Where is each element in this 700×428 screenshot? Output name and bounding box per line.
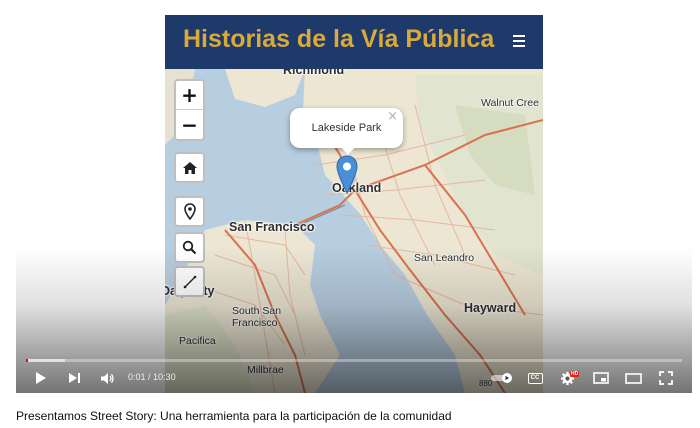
fullscreen-icon [659,371,673,385]
popup-text: Lakeside Park [311,122,382,134]
popup-tip [340,146,356,155]
map-label-millbrae: Millbrae [247,364,284,376]
map-popup: Lakeside Park × [290,108,403,148]
cc-icon: CC [527,372,543,384]
fullscreen-button[interactable] [657,367,675,389]
zoom-out-button[interactable]: − [176,110,203,139]
miniplayer-icon [593,372,609,384]
map-marker-icon[interactable] [335,155,359,195]
play-button[interactable] [32,367,50,389]
hamburger-menu-icon[interactable] [513,35,525,49]
time-total: 10:30 [153,372,176,382]
map-label-walnut-creek: Walnut Cree [481,97,539,109]
map-pin-icon [183,203,196,220]
theater-mode-button[interactable] [624,367,642,389]
video-player[interactable]: Richmond Walnut Cree Oakland San Francis… [16,15,692,393]
volume-icon [100,372,114,384]
map-label-south-san-francisco-line2: Francisco [232,317,278,329]
map-label-pacifica: Pacifica [179,335,216,347]
app-header: Historias de la Vía Pública [165,15,543,69]
video-title[interactable]: Presentamos Street Story: Una herramient… [16,409,452,423]
autoplay-toggle-icon [491,373,512,383]
miniplayer-button[interactable] [592,367,610,389]
cc-button[interactable]: CC [526,367,544,389]
time-separator: / [145,372,154,382]
home-icon [182,161,197,174]
progress-played [26,359,28,362]
autoplay-toggle[interactable] [489,367,515,389]
location-pin-button[interactable] [174,196,205,227]
settings-button[interactable]: HD [559,367,580,389]
time-current: 0:01 [128,372,146,382]
hd-badge: HD [570,371,580,377]
play-icon [36,372,46,384]
search-icon [182,240,197,255]
app-title: Historias de la Vía Pública [183,25,495,53]
map-label-san-leandro: San Leandro [414,252,475,264]
popup-close-icon[interactable]: × [387,109,398,124]
zoom-control: + − [174,79,205,141]
map-label-hayward: Hayward [464,301,517,315]
measure-button[interactable] [174,266,205,297]
next-icon [68,373,80,383]
next-button[interactable] [65,367,83,389]
search-button[interactable] [174,232,205,263]
zoom-in-button[interactable]: + [176,81,203,110]
map-label-san-francisco: San Francisco [229,220,315,234]
measure-icon [183,275,196,288]
progress-bar[interactable] [26,359,682,362]
time-display: 0:01 / 10:30 [128,372,176,382]
volume-button[interactable] [98,367,116,389]
map-canvas[interactable] [165,15,543,393]
progress-buffer [26,359,66,362]
video-frame[interactable]: Richmond Walnut Cree Oakland San Francis… [165,15,543,393]
map-label-south-san-francisco-line1: South San [232,305,282,317]
theater-icon [624,372,642,384]
home-button[interactable] [174,152,205,183]
